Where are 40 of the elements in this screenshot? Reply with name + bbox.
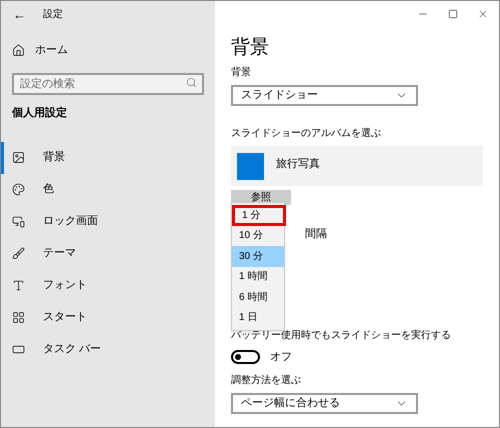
- menu-option[interactable]: 6 時間: [232, 287, 284, 308]
- search-field[interactable]: 設定の検索: [12, 73, 204, 95]
- menu-option[interactable]: 10 分: [232, 226, 284, 246]
- home-icon: [12, 44, 25, 56]
- home-link[interactable]: ホーム: [12, 39, 215, 61]
- sidebar-item[interactable]: テーマ: [1, 238, 215, 270]
- close-button[interactable]: [477, 8, 489, 20]
- page-heading: 背景: [231, 38, 270, 57]
- fit-select[interactable]: ページ幅に合わせる: [231, 393, 418, 414]
- picture-icon: [12, 151, 25, 164]
- sidebar-item[interactable]: タスク バー: [1, 334, 215, 366]
- sidebar-item[interactable]: スタート: [1, 302, 215, 334]
- toggle-switch[interactable]: [231, 350, 260, 364]
- brush-icon: [12, 247, 25, 260]
- back-button[interactable]: ←: [13, 8, 27, 20]
- palette-icon: [12, 183, 25, 196]
- menu-option[interactable]: 1 分: [232, 205, 286, 226]
- background-select[interactable]: スライドショー: [231, 85, 418, 106]
- field-label: 間隔: [305, 227, 328, 242]
- maximize-button[interactable]: [448, 9, 458, 19]
- menu-option[interactable]: 30 分: [232, 246, 284, 266]
- field-label: 背景: [231, 66, 252, 80]
- taskbar-icon: [12, 343, 25, 356]
- window-title: 設定: [43, 8, 63, 22]
- sidebar-item[interactable]: フォント: [1, 270, 215, 302]
- sidebar-item[interactable]: ロック画面: [1, 206, 215, 238]
- menu-option[interactable]: 1 時間: [232, 266, 284, 287]
- field-label: バッテリー使用時でもスライドショーを実行する: [231, 328, 452, 342]
- lock-screen-icon: [12, 215, 25, 228]
- field-label: 調整方法を選ぶ: [231, 374, 302, 388]
- toggle-label: オフ: [270, 350, 292, 364]
- album-item[interactable]: 旅行写真: [231, 146, 483, 186]
- section-heading: 個人用設定: [12, 106, 68, 121]
- menu-option[interactable]: 1 日: [232, 308, 284, 328]
- grid-icon: [12, 311, 25, 324]
- font-icon: [12, 279, 25, 292]
- sidebar-item[interactable]: 色: [1, 174, 215, 206]
- field-label: スライドショーのアルバムを選ぶ: [231, 127, 382, 141]
- album-thumbnail: [237, 153, 264, 180]
- search-icon: [186, 77, 197, 88]
